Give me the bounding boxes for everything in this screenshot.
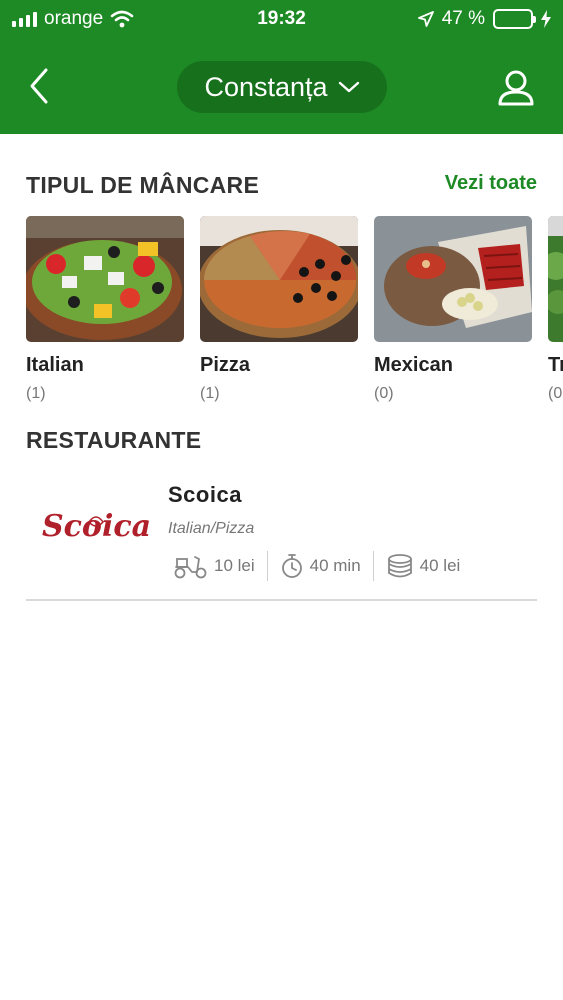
restaurant-cuisine: Italian/Pizza xyxy=(168,520,255,537)
category-name: Pizza xyxy=(200,354,251,376)
category-count: (0 xyxy=(548,385,563,402)
partial-category-image xyxy=(548,216,563,342)
category-count: (1) xyxy=(26,385,46,402)
category-name: Italian xyxy=(26,354,84,376)
category-name: Mexican xyxy=(374,354,453,376)
category-card-partial[interactable]: Tr (0 xyxy=(548,216,563,403)
restaurant-card[interactable]: Scoica Scoica Italian/Pizza 10 lei 40 mi… xyxy=(26,470,537,601)
meta-divider xyxy=(372,551,374,581)
charging-icon xyxy=(541,10,551,28)
profile-button[interactable] xyxy=(494,66,538,110)
meta-divider xyxy=(266,551,268,581)
back-button[interactable] xyxy=(22,64,58,108)
delivery-cost: 10 lei xyxy=(214,556,255,575)
mexican-dish-image xyxy=(374,216,532,342)
salad-image xyxy=(26,216,184,342)
delivery-time: 40 min xyxy=(309,556,361,575)
city-selector[interactable]: Constanța xyxy=(177,61,387,113)
coins-icon xyxy=(387,554,412,578)
category-count: (1) xyxy=(200,385,220,402)
min-order: 40 lei xyxy=(419,556,461,575)
user-icon xyxy=(498,70,534,106)
restaurants-title: RESTAURANTE xyxy=(26,427,202,453)
status-bar: orange 19:32 47 % xyxy=(0,0,563,40)
category-card-italian[interactable]: Italian (1) xyxy=(26,216,184,403)
dropdown-chevron-icon xyxy=(338,81,359,93)
back-chevron-icon xyxy=(30,68,48,104)
battery-percent: 47 % xyxy=(441,8,485,29)
city-name: Constanța xyxy=(204,71,328,102)
stopwatch-icon xyxy=(281,554,302,578)
restaurant-name: Scoica xyxy=(168,482,242,507)
restaurant-meta: 10 lei 40 min 40 lei xyxy=(172,550,472,582)
category-card-pizza[interactable]: Pizza (1) xyxy=(200,216,358,403)
category-card-mexican[interactable]: Mexican (0) xyxy=(374,216,532,403)
battery-icon xyxy=(493,9,536,29)
location-arrow-icon xyxy=(417,11,434,27)
category-name: Tr xyxy=(548,354,563,376)
pizza-image xyxy=(200,216,358,342)
category-count: (0) xyxy=(374,385,394,402)
scooter-icon xyxy=(174,556,207,579)
food-type-carousel[interactable]: Italian (1) Pizza (1) Mexican (0) T (0 xyxy=(26,216,563,416)
app-header: orange 19:32 47 % Constanța xyxy=(0,0,563,134)
restaurant-logo: Scoica xyxy=(40,502,152,550)
food-types-title: TIPUL DE MÂNCARE xyxy=(26,172,260,198)
see-all-link[interactable]: Vezi toate xyxy=(445,172,537,195)
